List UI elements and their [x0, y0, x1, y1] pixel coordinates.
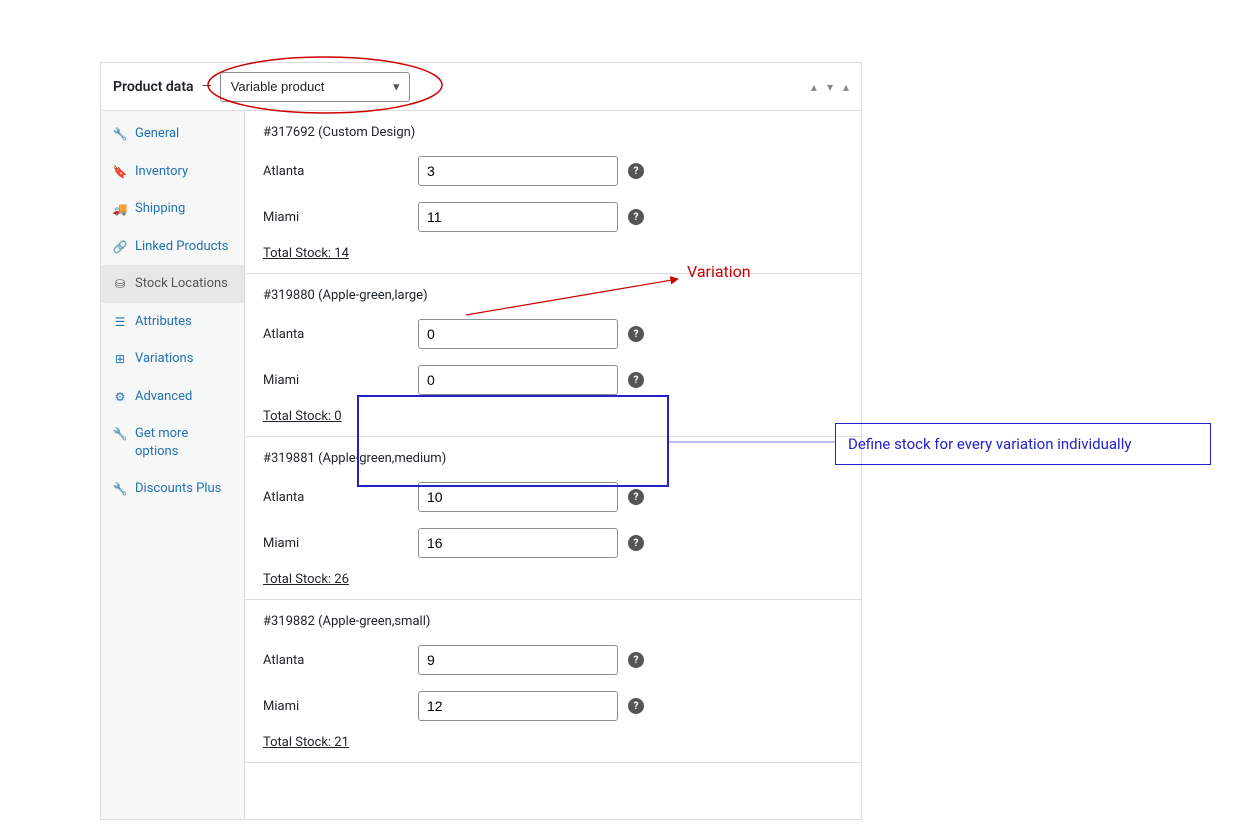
- list-icon: ☰: [113, 314, 127, 330]
- tab-label: Variations: [135, 350, 193, 368]
- tab-inventory[interactable]: 🔖 Inventory: [101, 153, 244, 191]
- tab-label: Advanced: [135, 388, 192, 406]
- stock-quantity-input[interactable]: [418, 528, 618, 558]
- location-label: Miami: [263, 536, 418, 551]
- variation-title: #319882 (Apple-green,small): [263, 614, 843, 629]
- collapse-toggle[interactable]: ▴: [843, 80, 849, 94]
- tab-label: Linked Products: [135, 238, 228, 256]
- help-icon[interactable]: ?: [628, 698, 644, 714]
- stock-row: Atlanta?: [263, 643, 843, 677]
- tab-label: Stock Locations: [135, 275, 228, 293]
- panel-content: #317692 (Custom Design)Atlanta?Miami?Tot…: [245, 111, 861, 819]
- tab-label: Shipping: [135, 200, 185, 218]
- stock-row: Atlanta?: [263, 480, 843, 514]
- location-label: Miami: [263, 373, 418, 388]
- stock-row: Miami?: [263, 363, 843, 397]
- tab-stock-locations[interactable]: ⛁ Stock Locations: [101, 265, 244, 303]
- variation-block: #317692 (Custom Design)Atlanta?Miami?Tot…: [245, 111, 861, 274]
- variation-block: #319880 (Apple-green,large)Atlanta?Miami…: [245, 274, 861, 437]
- tab-label: Attributes: [135, 313, 192, 331]
- tab-advanced[interactable]: ⚙ Advanced: [101, 378, 244, 416]
- wrench-icon: 🔧: [113, 426, 127, 442]
- help-icon[interactable]: ?: [628, 163, 644, 179]
- move-down-button[interactable]: ▾: [827, 80, 833, 94]
- tag-icon: 🔖: [113, 164, 127, 180]
- tab-label: Discounts Plus: [135, 480, 221, 498]
- stock-row: Atlanta?: [263, 154, 843, 188]
- tab-attributes[interactable]: ☰ Attributes: [101, 303, 244, 341]
- location-label: Atlanta: [263, 327, 418, 342]
- product-type-select[interactable]: Variable product: [220, 72, 410, 102]
- location-label: Atlanta: [263, 164, 418, 179]
- location-label: Miami: [263, 699, 418, 714]
- total-stock-label: Total Stock: 26: [263, 572, 843, 587]
- tab-general[interactable]: 🔧 General: [101, 115, 244, 153]
- variation-block: #319881 (Apple-green,medium)Atlanta?Miam…: [245, 437, 861, 600]
- total-stock-label: Total Stock: 14: [263, 246, 843, 261]
- tab-shipping[interactable]: 🚚 Shipping: [101, 190, 244, 228]
- move-up-button[interactable]: ▴: [811, 80, 817, 94]
- location-label: Atlanta: [263, 653, 418, 668]
- annotation-blue-callout: Define stock for every variation individ…: [835, 423, 1211, 465]
- stock-quantity-input[interactable]: [418, 482, 618, 512]
- stock-row: Miami?: [263, 689, 843, 723]
- variation-title: #317692 (Custom Design): [263, 125, 843, 140]
- tab-discounts-plus[interactable]: 🔧 Discounts Plus: [101, 470, 244, 508]
- stock-row: Miami?: [263, 526, 843, 560]
- truck-icon: 🚚: [113, 201, 127, 217]
- tab-linked-products[interactable]: 🔗 Linked Products: [101, 228, 244, 266]
- location-label: Miami: [263, 210, 418, 225]
- tab-label: Inventory: [135, 163, 188, 181]
- stock-quantity-input[interactable]: [418, 645, 618, 675]
- total-stock-label: Total Stock: 21: [263, 735, 843, 750]
- product-data-panel: Product data — Variable product ▼ ▴ ▾ ▴ …: [100, 62, 862, 820]
- sitemap-icon: ⛁: [113, 276, 127, 292]
- stock-quantity-input[interactable]: [418, 365, 618, 395]
- tab-label: General: [135, 125, 179, 143]
- panel-header: Product data — Variable product ▼ ▴ ▾ ▴: [101, 63, 861, 111]
- help-icon[interactable]: ?: [628, 652, 644, 668]
- stock-quantity-input[interactable]: [418, 319, 618, 349]
- wrench-icon: 🔧: [113, 126, 127, 142]
- help-icon[interactable]: ?: [628, 372, 644, 388]
- wrench-icon: 🔧: [113, 481, 127, 497]
- panel-header-actions: ▴ ▾ ▴: [811, 80, 849, 94]
- link-icon: 🔗: [113, 239, 127, 255]
- help-icon[interactable]: ?: [628, 489, 644, 505]
- grid-icon: ⊞: [113, 351, 127, 367]
- total-stock-label: Total Stock: 0: [263, 409, 843, 424]
- tab-get-more-options[interactable]: 🔧 Get more options: [101, 415, 244, 470]
- gear-icon: ⚙: [113, 389, 127, 405]
- help-icon[interactable]: ?: [628, 326, 644, 342]
- stock-quantity-input[interactable]: [418, 202, 618, 232]
- help-icon[interactable]: ?: [628, 535, 644, 551]
- panel-tabs: 🔧 General 🔖 Inventory 🚚 Shipping 🔗 Linked Produ…: [101, 111, 245, 819]
- stock-row: Atlanta?: [263, 317, 843, 351]
- tab-label: Get more options: [135, 425, 232, 460]
- stock-row: Miami?: [263, 200, 843, 234]
- variation-title: #319880 (Apple-green,large): [263, 288, 843, 303]
- tab-variations[interactable]: ⊞ Variations: [101, 340, 244, 378]
- stock-quantity-input[interactable]: [418, 156, 618, 186]
- help-icon[interactable]: ?: [628, 209, 644, 225]
- location-label: Atlanta: [263, 490, 418, 505]
- title-dash: —: [202, 79, 212, 94]
- stock-quantity-input[interactable]: [418, 691, 618, 721]
- variation-block: #319882 (Apple-green,small)Atlanta?Miami…: [245, 600, 861, 763]
- panel-title: Product data: [113, 79, 194, 95]
- variation-title: #319881 (Apple-green,medium): [263, 451, 843, 466]
